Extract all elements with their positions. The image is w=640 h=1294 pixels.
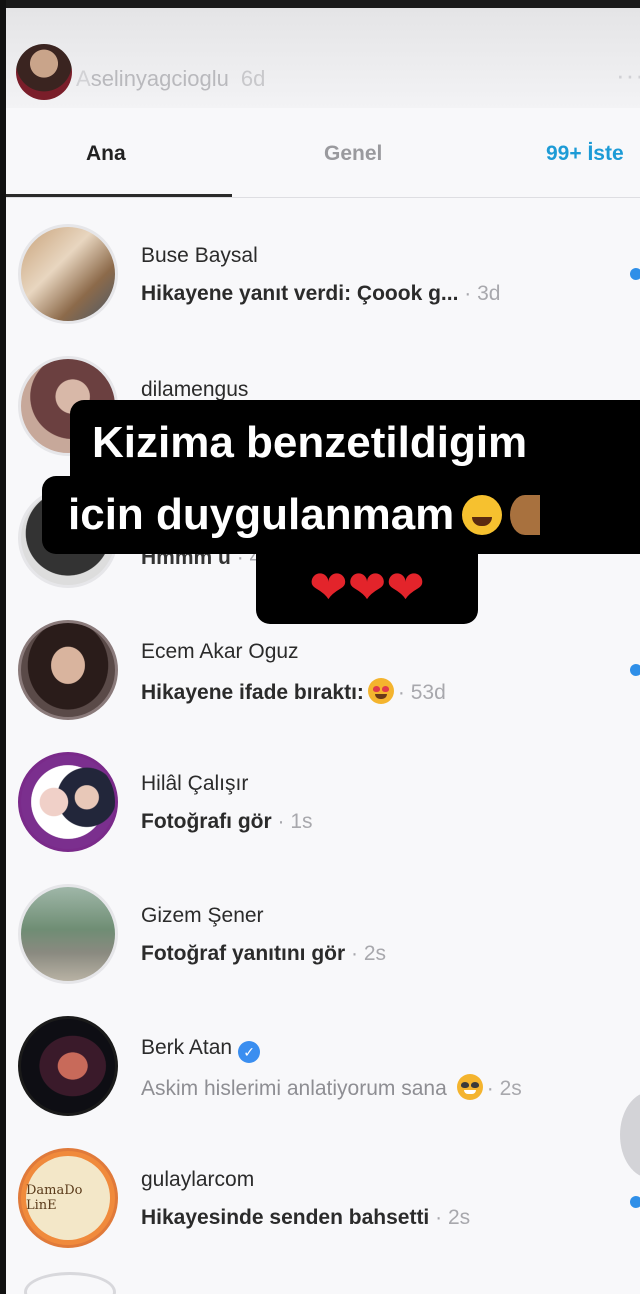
caption-text-2: icin duygulanmam xyxy=(68,490,455,539)
notification-name: dilamengus xyxy=(141,378,249,401)
story-caption-hearts: ❤❤❤ xyxy=(256,548,478,624)
notification-name: Gizem Şener xyxy=(141,904,264,927)
notification-name: Ecem Akar Oguz xyxy=(141,640,299,663)
top-strip xyxy=(6,0,640,8)
story-username-prefix: A xyxy=(76,66,91,91)
avatar[interactable] xyxy=(18,1016,118,1116)
avatar-logo-text: DamaDo LinE xyxy=(26,1156,110,1240)
activity-tabs: Ana Genel 99+ İste xyxy=(6,108,640,198)
screen: Aselinyagcioglu 6d ··· Ana Genel 99+ İste… xyxy=(0,0,640,1294)
notification-time: · 53d xyxy=(397,681,446,704)
hearts-emoji-icon: ❤❤❤ xyxy=(309,561,425,613)
avatar[interactable] xyxy=(18,620,118,720)
list-item[interactable]: DamaDo LinE gulaylarcom Hikayesinde send… xyxy=(6,1134,640,1266)
notification-name: gulaylarcom xyxy=(141,1168,255,1191)
monkey-emoji-icon xyxy=(510,495,541,535)
list-item[interactable]: Hilâl Çalışır Fotoğrafı gör · 1s xyxy=(6,738,640,870)
notification-name: Hilâl Çalışır xyxy=(141,772,249,795)
laughing-emoji-icon xyxy=(462,495,503,535)
notification-message: Hikayene yanıt verdi: Çoook g... xyxy=(141,282,459,305)
tab-ana[interactable]: Ana xyxy=(86,142,126,166)
list-item[interactable]: Gizem Şener Fotoğraf yanıtını gör · 2s xyxy=(6,870,640,1002)
unread-dot xyxy=(630,664,640,676)
verified-badge-icon: ✓ xyxy=(238,1041,261,1063)
story-caption-line2: icin duygulanmam xyxy=(42,476,640,554)
heart-eyes-emoji-icon xyxy=(367,678,394,704)
sunglasses-emoji-icon xyxy=(456,1074,483,1100)
notification-message: Hikayene ifade bıraktı: xyxy=(141,681,364,704)
notification-message: Hikayesinde senden bahsetti xyxy=(141,1206,430,1229)
notification-message: Fotoğrafı gör xyxy=(141,810,272,833)
notification-time: · 2s xyxy=(486,1077,522,1100)
notification-message: Fotoğraf yanıtını gör xyxy=(141,942,346,965)
notification-message: Askim hislerimi anlatiyorum sana xyxy=(141,1077,447,1100)
notification-time: · 2s xyxy=(351,942,387,965)
notification-name-text: Berk Atan xyxy=(141,1036,233,1059)
avatar[interactable] xyxy=(18,752,118,852)
story-username[interactable]: Aselinyagcioglu 6d xyxy=(76,66,265,92)
list-item[interactable]: Ecem Akar Oguz Hikayene ifade bıraktı: · … xyxy=(6,606,640,738)
list-item[interactable]: Buse Baysal Hikayene yanıt verdi: Çoook … xyxy=(6,210,640,342)
notification-text: Hikayene yanıt verdi: Çoook g... · 3d xyxy=(141,282,500,306)
tab-genel[interactable]: Genel xyxy=(324,142,382,166)
avatar[interactable]: DamaDo LinE xyxy=(18,1148,118,1248)
story-caption-line1: Kizima benzetildigim xyxy=(70,400,640,486)
unread-dot xyxy=(630,268,640,280)
story-username-text: selinyagcioglu xyxy=(90,66,229,91)
next-avatar-peek xyxy=(24,1272,116,1294)
notification-text: Askim hislerimi anlatiyorum sana · 2s xyxy=(141,1074,522,1101)
tab-requests[interactable]: 99+ İste xyxy=(546,142,624,166)
caption-text-1: Kizima benzetildigim xyxy=(92,418,528,467)
notification-name: Buse Baysal xyxy=(141,244,258,267)
notification-time: · 3d xyxy=(464,282,501,305)
notification-time: · 1s xyxy=(277,810,313,833)
notification-text: Hikayene ifade bıraktı: · 53d xyxy=(141,678,446,705)
story-avatar[interactable] xyxy=(16,44,72,100)
avatar[interactable] xyxy=(18,884,118,984)
more-icon[interactable]: ··· xyxy=(616,60,640,91)
avatar[interactable] xyxy=(18,224,118,324)
notification-text: Fotoğraf yanıtını gör · 2s xyxy=(141,942,386,966)
notification-text: Fotoğrafı gör · 1s xyxy=(141,810,313,834)
notification-name: Berk Atan ✓ xyxy=(141,1036,261,1063)
notification-text: Hikayesinde senden bahsetti · 2s xyxy=(141,1206,470,1230)
notification-time: · 2s xyxy=(435,1206,471,1229)
story-time: 6d xyxy=(240,66,266,91)
unread-dot xyxy=(630,1196,640,1208)
tab-divider xyxy=(6,197,640,198)
list-item[interactable]: Berk Atan ✓ Askim hislerimi anlatiyorum s… xyxy=(6,1002,640,1134)
story-header: Aselinyagcioglu 6d ··· xyxy=(6,8,640,108)
